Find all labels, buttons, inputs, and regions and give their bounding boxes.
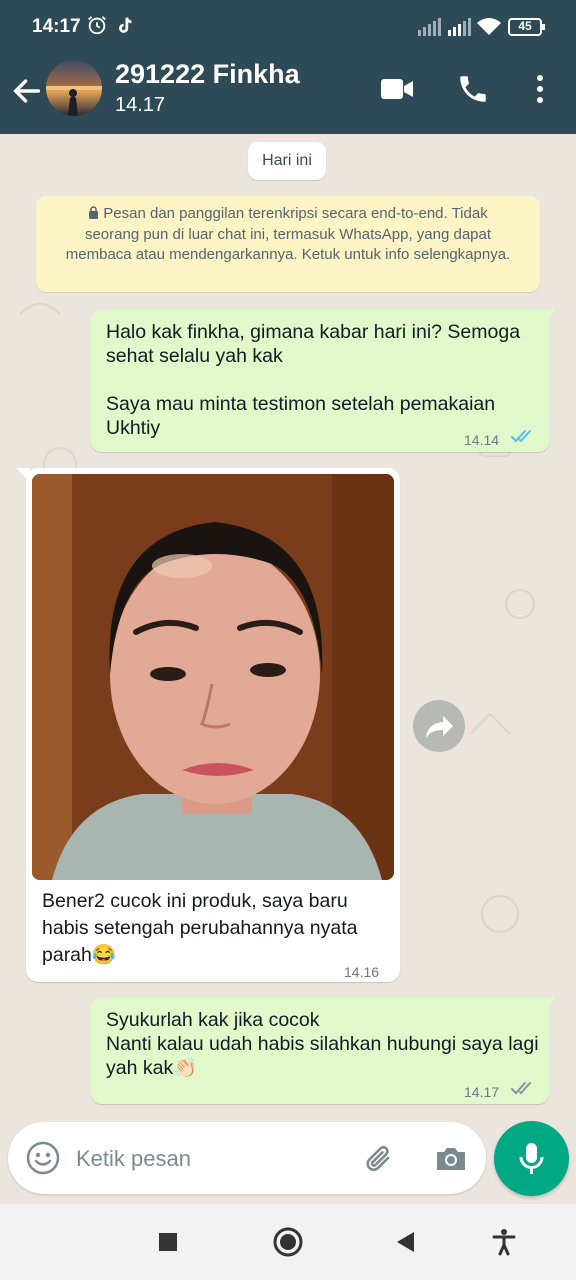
encryption-notice-text: Pesan dan panggilan terenkripsi secara e… [65, 205, 511, 263]
phone-icon[interactable] [456, 72, 490, 106]
bubble-tail [16, 468, 30, 482]
accessibility-icon[interactable] [488, 1226, 520, 1258]
back-triangle-icon[interactable] [390, 1226, 422, 1258]
paperclip-icon[interactable] [360, 1140, 398, 1178]
home-circle-icon[interactable] [272, 1226, 304, 1258]
signal-icon [418, 18, 441, 36]
signal-icon [448, 18, 471, 36]
tiktok-icon [119, 17, 132, 33]
bubble-tail [542, 998, 556, 1012]
back-arrow-icon[interactable] [10, 74, 44, 108]
read-ticks-icon [511, 430, 531, 443]
status-bar: 14:17 45 [0, 0, 576, 56]
avatar-photo [46, 86, 102, 116]
battery-level: 45 [518, 19, 532, 33]
contact-avatar[interactable] [46, 60, 102, 116]
bubble-tail [542, 310, 556, 324]
photo-content [32, 474, 394, 880]
forward-button[interactable] [413, 700, 465, 752]
emoji-icon[interactable] [26, 1141, 60, 1175]
message-bubble-incoming[interactable]: Bener2 cucok ini produk, saya baru habis… [16, 468, 400, 982]
forward-icon [426, 716, 453, 738]
delivered-ticks-icon [511, 1082, 531, 1095]
system-nav-bar [0, 1204, 576, 1280]
message-input[interactable] [74, 1138, 348, 1180]
lock-icon [88, 205, 99, 225]
contact-name[interactable]: 291222 Finkha [115, 59, 300, 90]
message-time: 14.16 [344, 964, 380, 980]
message-photo[interactable] [32, 474, 394, 880]
message-bubble-outgoing[interactable]: Syukurlah kak jika cocok Nanti kalau uda… [90, 998, 556, 1104]
message-text: Syukurlah kak jika cocok Nanti kalau uda… [106, 1009, 539, 1079]
message-bubble-outgoing[interactable]: Halo kak finkha, gimana kabar hari ini? … [90, 310, 556, 452]
camera-icon[interactable] [432, 1140, 470, 1178]
alarm-icon [88, 16, 106, 35]
video-call-icon[interactable] [380, 76, 414, 102]
message-text: Halo kak finkha, gimana kabar hari ini? … [106, 321, 521, 439]
date-divider: Hari ini [248, 142, 326, 180]
recents-square-icon[interactable] [152, 1226, 184, 1258]
last-seen: 14.17 [115, 94, 166, 116]
status-time: 14:17 [32, 16, 81, 37]
message-time: 14.14 [464, 432, 500, 448]
message-text: Bener2 cucok ini produk, saya baru habis… [42, 890, 358, 966]
wifi-icon [477, 18, 501, 35]
chat-header: 291222 Finkha 14.17 [0, 56, 576, 134]
more-vertical-icon[interactable] [528, 72, 552, 106]
message-time: 14.17 [464, 1084, 500, 1100]
microphone-icon [519, 1143, 544, 1174]
message-composer [8, 1122, 486, 1194]
voice-message-button[interactable] [494, 1121, 569, 1196]
chat-area[interactable]: Hari ini Pesan dan panggilan terenkripsi… [0, 134, 576, 1204]
encryption-notice[interactable]: Pesan dan panggilan terenkripsi secara e… [36, 196, 540, 292]
